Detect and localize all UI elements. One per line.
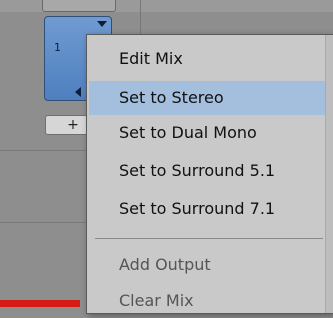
- menu-item-clear-mix[interactable]: Clear Mix: [89, 284, 325, 318]
- menu-item-set-to-stereo[interactable]: Set to Stereo: [89, 81, 325, 115]
- menu-separator: [95, 238, 323, 239]
- menu-item-set-to-dual-mono[interactable]: Set to Dual Mono: [89, 116, 325, 150]
- menu-item-edit-mix[interactable]: Edit Mix: [89, 42, 325, 76]
- chevron-down-icon[interactable]: [97, 21, 107, 27]
- channel-number: 1: [54, 41, 61, 54]
- context-menu: Edit Mix Set to Stereo Set to Dual Mono …: [86, 34, 333, 314]
- menu-scroll-edge: [325, 35, 333, 313]
- menu-item-set-to-surround-5-1[interactable]: Set to Surround 5.1: [89, 154, 325, 188]
- record-strip: [0, 300, 80, 307]
- menu-item-add-output[interactable]: Add Output: [89, 248, 325, 282]
- arrow-left-icon[interactable]: [75, 87, 81, 97]
- channel-header-tab[interactable]: [42, 0, 116, 12]
- menu-item-set-to-surround-7-1[interactable]: Set to Surround 7.1: [89, 192, 325, 226]
